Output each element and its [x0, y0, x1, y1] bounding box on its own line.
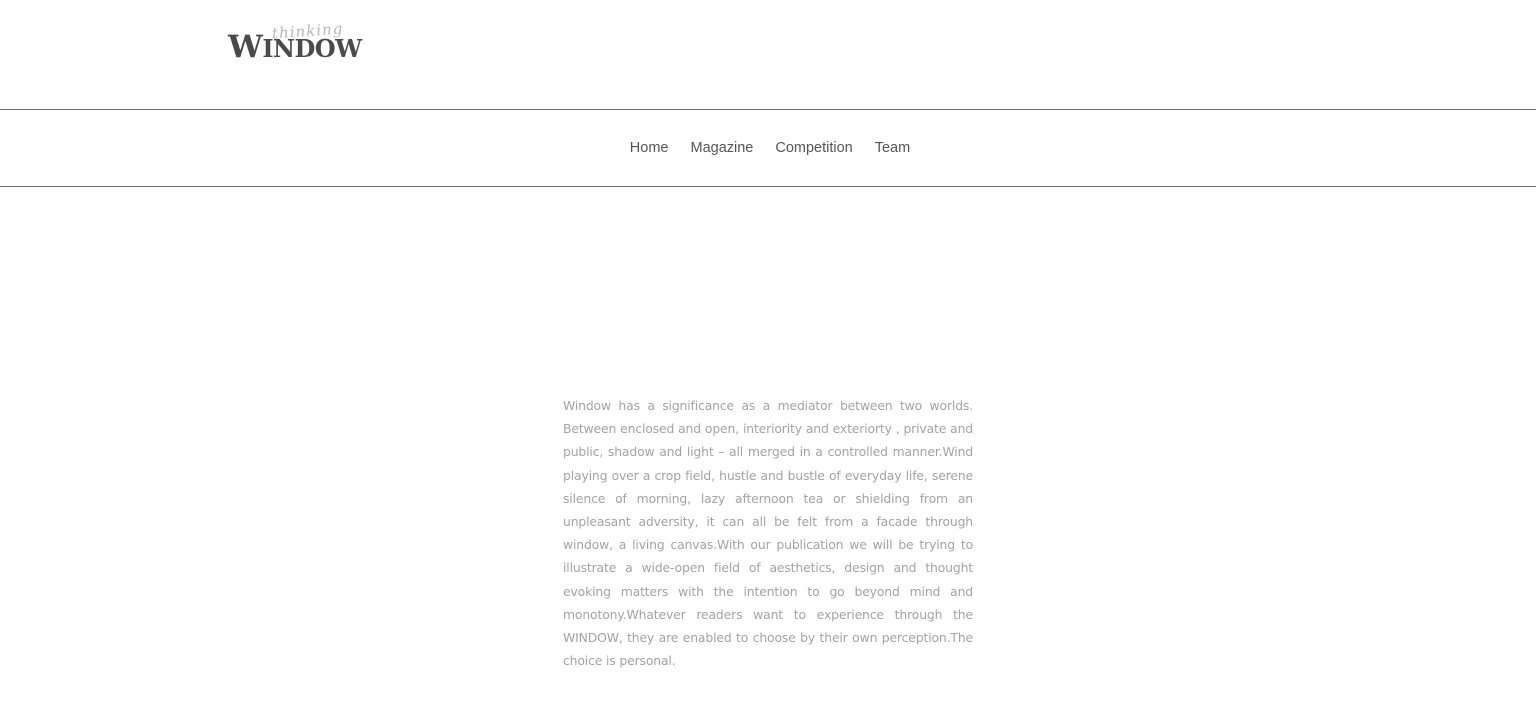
page: thinking WINDOW Home Magazine Competitio…	[0, 0, 1536, 722]
nav-item-team[interactable]: Team	[875, 140, 910, 156]
site-header: thinking WINDOW	[0, 0, 1536, 109]
nav-item-home[interactable]: Home	[630, 140, 669, 156]
logo-wordmark-initial: W	[228, 29, 263, 65]
site-logo[interactable]: thinking WINDOW	[228, 20, 378, 66]
about-paragraph: Window has a significance as a mediator …	[563, 398, 973, 669]
nav-bottom-divider	[0, 186, 1536, 187]
nav-item-competition[interactable]: Competition	[775, 140, 852, 156]
nav-item-magazine[interactable]: Magazine	[690, 140, 753, 156]
logo-wordmark-rest: INDOW	[262, 34, 362, 63]
main-nav: Home Magazine Competition Team	[0, 110, 1536, 186]
logo-wordmark: WINDOW	[228, 32, 362, 63]
